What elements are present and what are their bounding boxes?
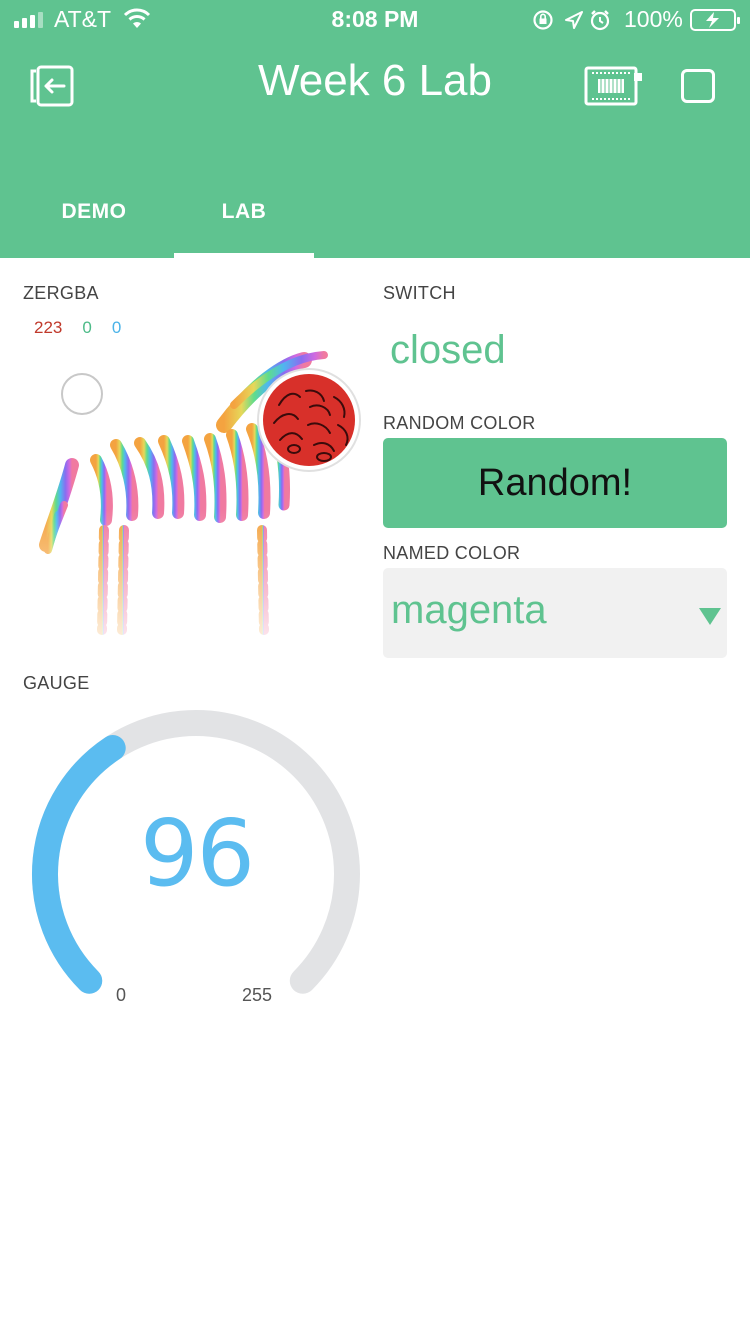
tab-bar: DEMO LAB	[0, 165, 750, 258]
selected-color-swatch	[257, 368, 361, 472]
tab-demo[interactable]: DEMO	[24, 165, 164, 258]
device-board-icon	[584, 66, 642, 106]
tab-demo-label: DEMO	[61, 199, 127, 223]
zergba-red-value: 223	[34, 318, 63, 337]
gauge-value: 96	[139, 800, 255, 907]
switch-value[interactable]: closed	[390, 328, 506, 373]
zergba-green-value: 0	[82, 318, 92, 337]
status-indicators	[532, 8, 622, 38]
square-icon	[681, 69, 715, 103]
gauge-min-label: 0	[116, 985, 127, 1005]
zergba-label: ZERGBA	[23, 283, 99, 303]
color-picker-handle[interactable]	[61, 373, 103, 415]
tab-lab-label: LAB	[221, 199, 267, 223]
zergba-values: 223 0 0	[34, 318, 121, 338]
named-color-label: NAMED COLOR	[383, 543, 521, 563]
gauge-max-label: 255	[242, 985, 273, 1005]
gauge-label: GAUGE	[23, 673, 90, 693]
zergba-blue-value: 0	[111, 318, 122, 337]
battery-icon	[690, 9, 740, 31]
tab-lab[interactable]: LAB	[174, 165, 314, 258]
rotation-lock-icon	[533, 10, 553, 30]
battery-percent: 100%	[624, 6, 683, 32]
random-color-label: RANDOM COLOR	[383, 413, 536, 433]
alarm-icon	[590, 10, 610, 31]
status-bar: AT&T 8:08 PM 100%	[0, 0, 750, 40]
dropdown-triangle-icon	[699, 608, 721, 625]
tab-selected-indicator	[174, 253, 314, 258]
device-button[interactable]	[582, 62, 644, 110]
named-color-value: magenta	[391, 588, 547, 632]
app-header: Week 6 Lab DEMO LAB	[0, 40, 750, 258]
named-color-dropdown[interactable]: magenta	[383, 568, 727, 658]
location-arrow-icon	[565, 11, 583, 29]
switch-label: SWITCH	[383, 283, 456, 303]
play-stop-button[interactable]	[678, 62, 718, 110]
random-button[interactable]: Random!	[383, 438, 727, 528]
